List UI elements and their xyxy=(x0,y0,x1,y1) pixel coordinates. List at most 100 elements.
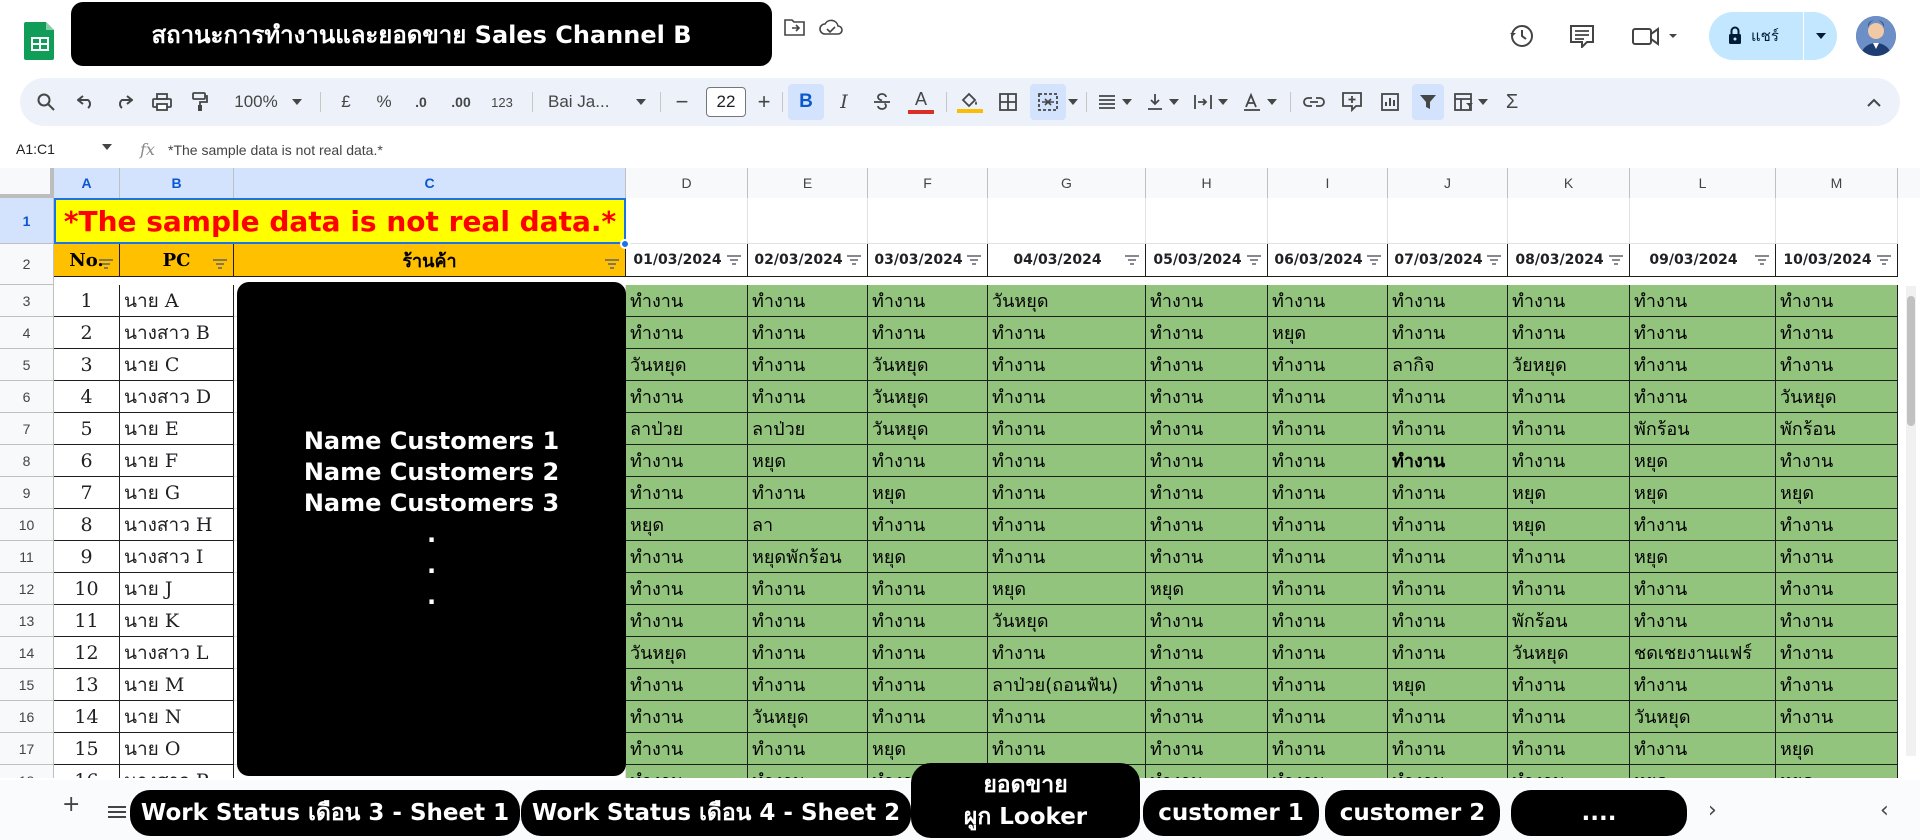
status-cell[interactable]: ทำงาน xyxy=(1630,733,1776,765)
status-cell[interactable]: ทำงาน xyxy=(1508,541,1630,573)
status-cell[interactable]: ลาป่วย xyxy=(748,413,868,445)
status-cell[interactable]: ทำงาน xyxy=(748,765,868,778)
status-cell[interactable]: ทำงาน xyxy=(748,349,868,381)
decrease-decimal-button[interactable]: .0 xyxy=(406,84,436,120)
status-cell[interactable]: ทำงาน xyxy=(1508,733,1630,765)
column-header-partial[interactable] xyxy=(1898,168,1920,198)
status-cell[interactable]: ทำงาน xyxy=(988,445,1146,477)
empty-cell[interactable] xyxy=(748,198,868,244)
status-cell[interactable]: ทำงาน xyxy=(626,605,748,637)
status-cell[interactable]: ทำงาน xyxy=(1508,765,1630,778)
status-cell[interactable]: หยุด xyxy=(1630,477,1776,509)
italic-button[interactable]: I xyxy=(828,84,860,120)
status-cell[interactable]: ทำงาน xyxy=(748,573,868,605)
status-cell[interactable]: หยุด xyxy=(868,477,988,509)
decrease-font-size-button[interactable]: − xyxy=(670,84,694,120)
status-cell[interactable]: ทำงาน xyxy=(1388,733,1508,765)
pc-name-cell[interactable]: นางสาว H xyxy=(120,509,234,541)
row-header-6[interactable]: 6 xyxy=(0,381,54,413)
increase-decimal-button[interactable]: .00 xyxy=(444,84,478,120)
status-cell[interactable]: วันหยุด xyxy=(868,413,988,445)
status-cell[interactable]: วัยหยุด xyxy=(1508,349,1630,381)
font-size-input[interactable]: 22 xyxy=(706,87,746,117)
status-cell[interactable]: ทำงาน xyxy=(1776,317,1898,349)
format-percent-button[interactable]: % xyxy=(372,84,396,120)
row-number-cell[interactable]: 12 xyxy=(54,637,120,669)
status-cell[interactable]: ทำงาน xyxy=(868,317,988,349)
status-cell[interactable]: ทำงาน xyxy=(626,573,748,605)
status-cell[interactable]: ทำงาน xyxy=(626,285,748,317)
row-header-3[interactable]: 3 xyxy=(0,285,54,317)
status-cell[interactable]: ทำงาน xyxy=(626,381,748,413)
scroll-tabs-left-icon[interactable]: ‹ xyxy=(1880,798,1900,823)
date-header-cell[interactable]: 09/03/2024 xyxy=(1630,244,1776,277)
status-cell[interactable]: ทำงาน xyxy=(748,477,868,509)
date-header-cell[interactable]: 01/03/2024 xyxy=(626,244,748,277)
status-cell[interactable]: ลาป่วย(ถอนฟัน) xyxy=(988,669,1146,701)
status-cell[interactable]: ทำงาน xyxy=(1146,445,1268,477)
row-header-7[interactable]: 7 xyxy=(0,413,54,445)
status-cell[interactable]: ทำงาน xyxy=(1388,413,1508,445)
status-cell[interactable]: ทำงาน xyxy=(626,317,748,349)
status-cell[interactable]: ทำงาน xyxy=(988,477,1146,509)
status-cell[interactable]: ทำงาน xyxy=(1146,541,1268,573)
row-number-cell[interactable]: 13 xyxy=(54,669,120,701)
row-header-15[interactable]: 15 xyxy=(0,669,54,701)
status-cell[interactable]: ทำงาน xyxy=(1776,637,1898,669)
status-cell[interactable]: หยุด xyxy=(868,541,988,573)
status-cell[interactable]: ทำงาน xyxy=(1776,541,1898,573)
status-cell[interactable]: ทำงาน xyxy=(1268,381,1388,413)
status-cell[interactable]: ทำงาน xyxy=(748,285,868,317)
row-number-cell[interactable]: 8 xyxy=(54,509,120,541)
status-cell[interactable]: ทำงาน xyxy=(1268,477,1388,509)
status-cell[interactable]: ทำงาน xyxy=(626,477,748,509)
status-cell[interactable]: ทำงาน xyxy=(868,509,988,541)
pc-name-cell[interactable]: นาย N xyxy=(120,701,234,733)
status-cell[interactable]: ทำงาน xyxy=(988,509,1146,541)
tab-work-status-sheet2[interactable]: Work Status เดือน 4 - Sheet 2 xyxy=(521,790,911,836)
select-all-corner[interactable] xyxy=(0,168,54,198)
pc-name-cell[interactable]: นาย G xyxy=(120,477,234,509)
meet-video-icon[interactable] xyxy=(1628,20,1684,52)
status-cell[interactable]: ทำงาน xyxy=(748,733,868,765)
name-box-dropdown-icon[interactable] xyxy=(102,144,112,150)
status-cell[interactable]: ทำงาน xyxy=(1388,477,1508,509)
status-cell[interactable]: ทำงาน xyxy=(988,317,1146,349)
status-cell[interactable]: ทำงาน xyxy=(1630,509,1776,541)
status-cell[interactable]: ทำงาน xyxy=(1776,573,1898,605)
pc-name-cell[interactable]: นาย O xyxy=(120,733,234,765)
status-cell[interactable]: ทำงาน xyxy=(1268,445,1388,477)
status-cell[interactable]: ทำงาน xyxy=(1146,765,1268,778)
filter-icon[interactable] xyxy=(1487,253,1501,265)
merge-cells-icon[interactable] xyxy=(1030,84,1066,120)
paint-format-icon[interactable] xyxy=(186,84,214,120)
status-cell[interactable]: หยุด xyxy=(1630,445,1776,477)
empty-cell[interactable] xyxy=(626,198,748,244)
row-number-cell[interactable]: 4 xyxy=(54,381,120,413)
status-cell[interactable]: ทำงาน xyxy=(1146,349,1268,381)
scroll-tabs-right-icon[interactable]: › xyxy=(1708,798,1728,823)
status-cell[interactable]: ทำงาน xyxy=(868,285,988,317)
status-cell[interactable]: หยุด xyxy=(1388,669,1508,701)
empty-cell[interactable] xyxy=(1146,198,1268,244)
column-header-m[interactable]: M xyxy=(1776,168,1898,198)
column-header-h[interactable]: H xyxy=(1146,168,1268,198)
status-cell[interactable]: ทำงาน xyxy=(1776,445,1898,477)
row-header-12[interactable]: 12 xyxy=(0,573,54,605)
column-header-k[interactable]: K xyxy=(1508,168,1630,198)
status-cell[interactable]: ทำงาน xyxy=(1146,701,1268,733)
row-number-cell[interactable]: 14 xyxy=(54,701,120,733)
status-cell[interactable]: หยุด xyxy=(1630,541,1776,573)
empty-cell[interactable] xyxy=(1268,198,1388,244)
status-cell[interactable]: ทำงาน xyxy=(1388,541,1508,573)
status-cell[interactable]: ทำงาน xyxy=(1508,701,1630,733)
column-header-g[interactable]: G xyxy=(988,168,1146,198)
column-header-d[interactable]: D xyxy=(626,168,748,198)
status-cell[interactable]: ทำงาน xyxy=(1146,413,1268,445)
row-header-9[interactable]: 9 xyxy=(0,477,54,509)
text-wrapping-icon[interactable] xyxy=(1190,84,1232,120)
row-number-cell[interactable]: 16 xyxy=(54,765,120,778)
status-cell[interactable]: ทำงาน xyxy=(868,637,988,669)
text-rotation-icon[interactable] xyxy=(1238,84,1282,120)
pc-name-cell[interactable]: นาย C xyxy=(120,349,234,381)
